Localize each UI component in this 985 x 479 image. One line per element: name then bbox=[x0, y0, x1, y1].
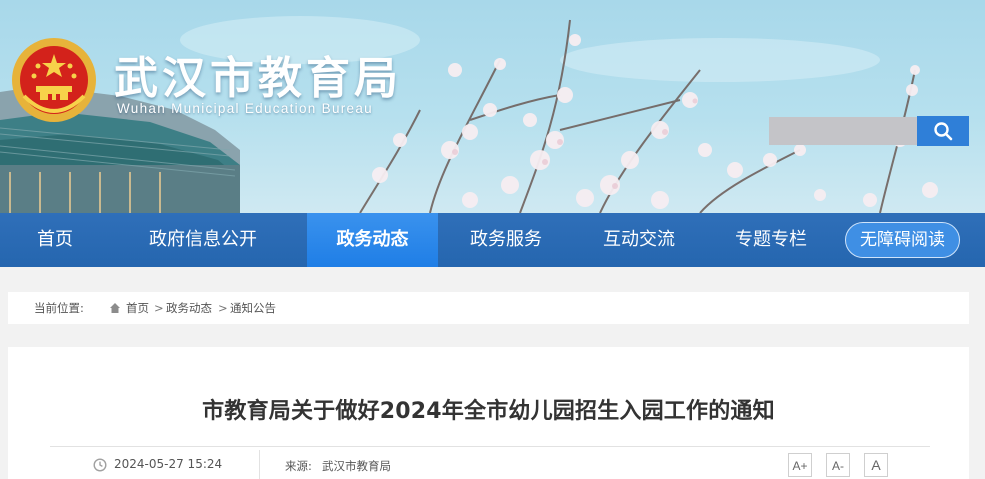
font-default-button[interactable]: A bbox=[864, 453, 888, 477]
breadcrumb-item-notices[interactable]: 通知公告 bbox=[230, 292, 276, 324]
article-title: 市教育局关于做好2024年全市幼儿园招生入园工作的通知 bbox=[202, 399, 775, 424]
breadcrumb-item-home[interactable]: 首页 bbox=[126, 292, 149, 324]
font-increase-button[interactable]: A+ bbox=[788, 453, 812, 477]
nav-item-home[interactable]: 首页 bbox=[14, 213, 96, 267]
article-panel: 市教育局关于做好2024年全市幼儿园招生入园工作的通知 2024-05-27 1… bbox=[8, 347, 969, 479]
site-subtitle: Wuhan Municipal Education Bureau bbox=[117, 101, 373, 116]
accessibility-reading-button[interactable]: 无障碍阅读 bbox=[845, 222, 960, 258]
font-increase-label: A+ bbox=[792, 459, 808, 473]
nav-item-gov-news[interactable]: 政务动态 bbox=[307, 213, 438, 267]
main-nav: 首页 政府信息公开 政务动态 政务服务 互动交流 专题专栏 bbox=[0, 213, 985, 267]
font-decrease-label: A- bbox=[832, 459, 844, 473]
nav-item-interaction[interactable]: 互动交流 bbox=[588, 213, 690, 267]
search-input[interactable] bbox=[769, 117, 918, 145]
nav-item-gov-services[interactable]: 政务服务 bbox=[455, 213, 557, 267]
font-default-label: A bbox=[871, 457, 881, 473]
nav-item-special-topics[interactable]: 专题专栏 bbox=[720, 213, 822, 267]
home-icon bbox=[110, 303, 120, 313]
breadcrumb-separator: > bbox=[218, 301, 228, 315]
meta-divider bbox=[259, 450, 260, 479]
search-button[interactable] bbox=[917, 116, 969, 146]
breadcrumb-label: 当前位置: bbox=[34, 301, 84, 315]
source-value: 武汉市教育局 bbox=[322, 459, 391, 473]
publish-date: 2024-05-27 15:24 bbox=[114, 457, 223, 471]
source-label: 来源: bbox=[285, 459, 312, 473]
clock-icon bbox=[93, 458, 107, 472]
divider bbox=[50, 446, 930, 447]
national-emblem-icon bbox=[12, 38, 96, 122]
breadcrumb: 当前位置: 首页 > 政务动态 > 通知公告 bbox=[8, 292, 969, 324]
breadcrumb-item-gov-news[interactable]: 政务动态 bbox=[166, 292, 212, 324]
search-icon bbox=[934, 122, 953, 141]
font-decrease-button[interactable]: A- bbox=[826, 453, 850, 477]
breadcrumb-separator: > bbox=[154, 301, 164, 315]
header-banner: 武汉市教育局 Wuhan Municipal Education Bureau bbox=[0, 0, 985, 213]
nav-item-gov-info[interactable]: 政府信息公开 bbox=[130, 213, 276, 267]
site-title: 武汉市教育局 bbox=[114, 53, 402, 104]
